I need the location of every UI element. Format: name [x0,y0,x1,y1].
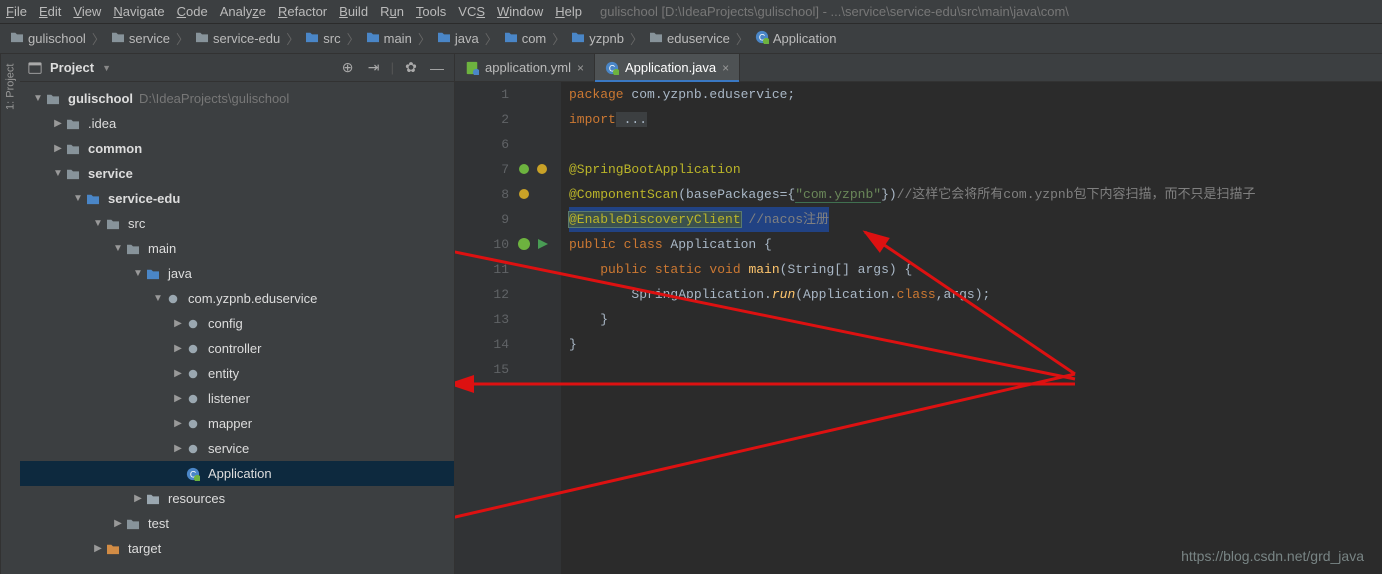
bulb-icon[interactable] [533,160,549,176]
hide-icon[interactable]: — [428,60,446,76]
menu-window[interactable]: Window [497,4,543,19]
menu-help[interactable]: Help [555,4,582,19]
code-editor[interactable]: 126789101112131415 package com.yzpnb.edu… [455,82,1382,574]
tree-node-src[interactable]: ▼src [20,211,454,236]
menu-refactor[interactable]: Refactor [278,4,327,19]
tree-node-gulischool[interactable]: ▼gulischoolD:\IdeaProjects\gulischool [20,86,454,111]
tree-node-application[interactable]: CApplication [20,461,454,486]
menu-navigate[interactable]: Navigate [113,4,164,19]
breadcrumb-main[interactable]: main [366,31,412,46]
tree-node-resources[interactable]: ▶resources [20,486,454,511]
collapse-icon[interactable]: ⇥ [365,59,383,76]
tree-node-java[interactable]: ▼java [20,261,454,286]
spring-icon[interactable] [513,235,531,253]
menu-analyze[interactable]: Analyze [220,4,266,19]
breadcrumb-service-edu[interactable]: service-edu [195,31,280,46]
project-header: Project ▼ ⊕ ⇥ | ✿ — [20,54,454,82]
tool-window-tab-project[interactable]: 1: Project [0,54,20,574]
watermark: https://blog.csdn.net/grd_java [1181,548,1364,564]
chevron-down-icon[interactable]: ▼ [102,63,111,73]
breadcrumb-src[interactable]: src [305,31,340,46]
bulb-icon[interactable] [513,185,531,203]
project-tree[interactable]: ▼gulischoolD:\IdeaProjects\gulischool▶.i… [20,82,454,574]
tree-node-mapper[interactable]: ▶mapper [20,411,454,436]
menu-edit[interactable]: Edit [39,4,61,19]
menu-tools[interactable]: Tools [416,4,446,19]
editor-area: application.yml×CApplication.java× 12678… [455,54,1382,574]
tree-node-service[interactable]: ▼service [20,161,454,186]
tree-node-test[interactable]: ▶test [20,511,454,536]
close-icon[interactable]: × [577,61,584,75]
menu-code[interactable]: Code [177,4,208,19]
menu-vcs[interactable]: VCS [458,4,485,19]
run-icon[interactable] [533,235,549,251]
editor-tabs: application.yml×CApplication.java× [455,54,1382,82]
tree-node-entity[interactable]: ▶entity [20,361,454,386]
bug-icon[interactable] [513,160,531,178]
breadcrumb-application[interactable]: CApplication [755,30,837,47]
line-gutter: 126789101112131415 [455,82,517,574]
tree-node-service-edu[interactable]: ▼service-edu [20,186,454,211]
project-icon [28,61,42,75]
project-panel: Project ▼ ⊕ ⇥ | ✿ — ▼gulischoolD:\IdeaPr… [20,54,455,574]
menu-view[interactable]: View [73,4,101,19]
tab-application-java[interactable]: CApplication.java× [595,54,740,81]
breadcrumb-yzpnb[interactable]: yzpnb [571,31,624,46]
breadcrumb-gulischool[interactable]: gulischool [10,31,86,46]
tree-node-common[interactable]: ▶common [20,136,454,161]
tree-node-config[interactable]: ▶config [20,311,454,336]
tree-node-controller[interactable]: ▶controller [20,336,454,361]
locate-icon[interactable]: ⊕ [339,59,357,76]
fold-column [517,82,561,574]
project-title: Project [50,60,94,75]
menubar: File Edit View Navigate Code Analyze Ref… [0,0,1382,24]
breadcrumb-com[interactable]: com [504,31,547,46]
breadcrumb-java[interactable]: java [437,31,479,46]
tree-node-listener[interactable]: ▶listener [20,386,454,411]
window-title: gulischool [D:\IdeaProjects\gulischool] … [600,4,1069,19]
code-content[interactable]: package com.yzpnb.eduservice;import ... … [561,82,1382,574]
menu-run[interactable]: Run [380,4,404,19]
tree-node-main[interactable]: ▼main [20,236,454,261]
menu-file[interactable]: File [6,4,27,19]
menu-build[interactable]: Build [339,4,368,19]
close-icon[interactable]: × [722,61,729,75]
tab-application-yml[interactable]: application.yml× [455,54,595,81]
tree-node--idea[interactable]: ▶.idea [20,111,454,136]
tree-node-service[interactable]: ▶service [20,436,454,461]
tree-node-com-yzpnb-eduservice[interactable]: ▼com.yzpnb.eduservice [20,286,454,311]
tree-node-target[interactable]: ▶target [20,536,454,561]
breadcrumb-eduservice[interactable]: eduservice [649,31,730,46]
breadcrumbs: gulischool〉service〉service-edu〉src〉main〉… [0,24,1382,54]
breadcrumb-service[interactable]: service [111,31,170,46]
gear-icon[interactable]: ✿ [402,59,420,76]
